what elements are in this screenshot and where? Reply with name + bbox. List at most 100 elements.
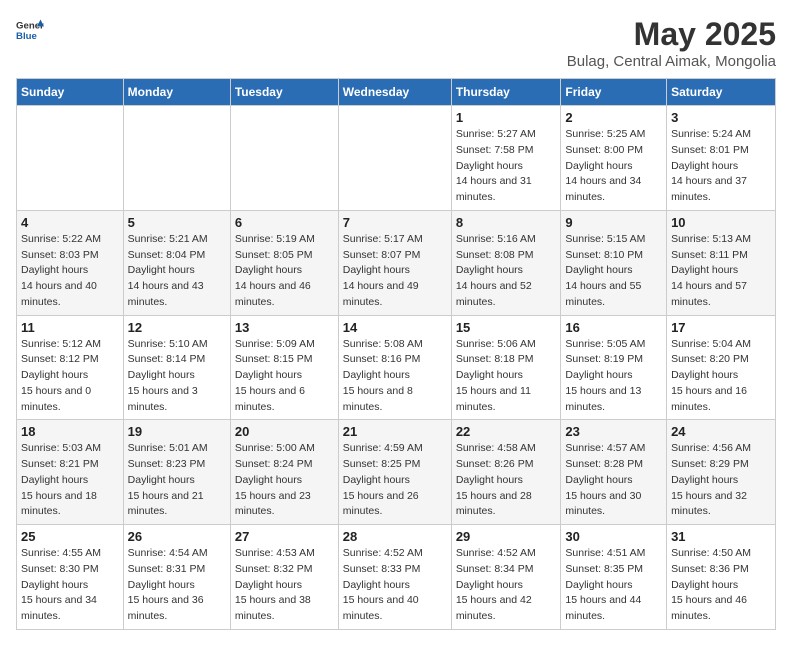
day-number: 26 [128,529,226,544]
day-cell: 3Sunrise: 5:24 AMSunset: 8:01 PMDaylight… [667,106,776,211]
day-number: 13 [235,320,334,335]
day-number: 30 [565,529,662,544]
day-number: 28 [343,529,447,544]
day-cell: 9 Sunrise: 5:15 AMSunset: 8:10 PMDaylight… [561,210,667,315]
day-cell [123,106,230,211]
day-cell [230,106,338,211]
day-cell: 11 Sunrise: 5:12 AMSunset: 8:12 PMDayligh… [17,315,124,420]
week-row-3: 11 Sunrise: 5:12 AMSunset: 8:12 PMDayligh… [17,315,776,420]
day-info: Sunrise: 4:51 AMSunset: 8:35 PMDaylight … [565,546,662,625]
logo-icon: General Blue [16,16,44,44]
day-info: Sunrise: 5:05 AMSunset: 8:19 PMDaylight … [565,337,662,416]
day-info: Sunrise: 4:52 AMSunset: 8:33 PMDaylight … [343,546,447,625]
day-info: Sunrise: 4:55 AMSunset: 8:30 PMDaylight … [21,546,119,625]
day-number: 1 [456,110,557,125]
day-number: 9 [565,215,662,230]
day-cell [17,106,124,211]
day-cell: 29Sunrise: 4:52 AMSunset: 8:34 PMDayligh… [451,525,561,630]
day-cell: 1 Sunrise: 5:27 AMSunset: 7:58 PMDaylight… [451,106,561,211]
day-info: Sunrise: 5:16 AMSunset: 8:08 PMDaylight … [456,232,557,311]
day-cell: 16 Sunrise: 5:05 AMSunset: 8:19 PMDayligh… [561,315,667,420]
col-header-saturday: Saturday [667,79,776,106]
main-title: May 2025 [567,16,776,53]
day-info: Sunrise: 5:21 AMSunset: 8:04 PMDaylight … [128,232,226,311]
day-number: 4 [21,215,119,230]
header-row: SundayMondayTuesdayWednesdayThursdayFrid… [17,79,776,106]
day-number: 18 [21,424,119,439]
day-number: 14 [343,320,447,335]
day-info: Sunrise: 4:50 AMSunset: 8:36 PMDaylight … [671,546,771,625]
week-row-1: 1 Sunrise: 5:27 AMSunset: 7:58 PMDaylight… [17,106,776,211]
day-info: Sunrise: 5:25 AMSunset: 8:00 PMDaylight … [565,127,662,206]
day-cell: 6 Sunrise: 5:19 AMSunset: 8:05 PMDaylight… [230,210,338,315]
day-cell: 25 Sunrise: 4:55 AMSunset: 8:30 PMDayligh… [17,525,124,630]
day-cell: 14 Sunrise: 5:08 AMSunset: 8:16 PMDayligh… [338,315,451,420]
day-cell: 22 Sunrise: 4:58 AMSunset: 8:26 PMDayligh… [451,420,561,525]
day-cell: 5 Sunrise: 5:21 AMSunset: 8:04 PMDaylight… [123,210,230,315]
day-cell: 12Sunrise: 5:10 AMSunset: 8:14 PMDayligh… [123,315,230,420]
day-cell: 27 Sunrise: 4:53 AMSunset: 8:32 PMDayligh… [230,525,338,630]
day-number: 5 [128,215,226,230]
header: General Blue May 2025 Bulag, Central Aim… [16,16,776,70]
day-cell: 8Sunrise: 5:16 AMSunset: 8:08 PMDaylight… [451,210,561,315]
day-info: Sunrise: 5:00 AMSunset: 8:24 PMDaylight … [235,441,334,520]
day-cell: 20 Sunrise: 5:00 AMSunset: 8:24 PMDayligh… [230,420,338,525]
day-info: Sunrise: 5:24 AMSunset: 8:01 PMDaylight … [671,127,771,206]
day-info: Sunrise: 4:59 AMSunset: 8:25 PMDaylight … [343,441,447,520]
day-cell [338,106,451,211]
day-info: Sunrise: 4:57 AMSunset: 8:28 PMDaylight … [565,441,662,520]
day-info: Sunrise: 5:13 AMSunset: 8:11 PMDaylight … [671,232,771,311]
day-number: 15 [456,320,557,335]
day-number: 6 [235,215,334,230]
day-number: 22 [456,424,557,439]
col-header-friday: Friday [561,79,667,106]
svg-text:Blue: Blue [16,31,37,42]
logo: General Blue [16,16,44,44]
week-row-5: 25 Sunrise: 4:55 AMSunset: 8:30 PMDayligh… [17,525,776,630]
day-number: 25 [21,529,119,544]
day-number: 11 [21,320,119,335]
day-number: 17 [671,320,771,335]
col-header-tuesday: Tuesday [230,79,338,106]
day-info: Sunrise: 4:53 AMSunset: 8:32 PMDaylight … [235,546,334,625]
day-number: 23 [565,424,662,439]
day-cell: 26Sunrise: 4:54 AMSunset: 8:31 PMDayligh… [123,525,230,630]
day-number: 31 [671,529,771,544]
day-info: Sunrise: 5:09 AMSunset: 8:15 PMDaylight … [235,337,334,416]
day-cell: 4Sunrise: 5:22 AMSunset: 8:03 PMDaylight… [17,210,124,315]
day-cell: 13 Sunrise: 5:09 AMSunset: 8:15 PMDayligh… [230,315,338,420]
day-cell: 2 Sunrise: 5:25 AMSunset: 8:00 PMDaylight… [561,106,667,211]
day-number: 19 [128,424,226,439]
calendar-table: SundayMondayTuesdayWednesdayThursdayFrid… [16,78,776,630]
col-header-thursday: Thursday [451,79,561,106]
day-info: Sunrise: 4:56 AMSunset: 8:29 PMDaylight … [671,441,771,520]
day-cell: 7 Sunrise: 5:17 AMSunset: 8:07 PMDaylight… [338,210,451,315]
day-number: 20 [235,424,334,439]
week-row-2: 4Sunrise: 5:22 AMSunset: 8:03 PMDaylight… [17,210,776,315]
day-cell: 31 Sunrise: 4:50 AMSunset: 8:36 PMDayligh… [667,525,776,630]
day-info: Sunrise: 5:17 AMSunset: 8:07 PMDaylight … [343,232,447,311]
day-info: Sunrise: 5:27 AMSunset: 7:58 PMDaylight … [456,127,557,206]
day-number: 21 [343,424,447,439]
day-number: 10 [671,215,771,230]
day-info: Sunrise: 5:12 AMSunset: 8:12 PMDaylight … [21,337,119,416]
day-number: 2 [565,110,662,125]
day-cell: 23 Sunrise: 4:57 AMSunset: 8:28 PMDayligh… [561,420,667,525]
day-info: Sunrise: 5:19 AMSunset: 8:05 PMDaylight … [235,232,334,311]
day-info: Sunrise: 5:03 AMSunset: 8:21 PMDaylight … [21,441,119,520]
day-info: Sunrise: 5:01 AMSunset: 8:23 PMDaylight … [128,441,226,520]
day-cell: 17Sunrise: 5:04 AMSunset: 8:20 PMDayligh… [667,315,776,420]
day-number: 7 [343,215,447,230]
week-row-4: 18 Sunrise: 5:03 AMSunset: 8:21 PMDayligh… [17,420,776,525]
day-info: Sunrise: 5:15 AMSunset: 8:10 PMDaylight … [565,232,662,311]
day-number: 29 [456,529,557,544]
day-number: 27 [235,529,334,544]
day-number: 16 [565,320,662,335]
day-cell: 10 Sunrise: 5:13 AMSunset: 8:11 PMDayligh… [667,210,776,315]
day-info: Sunrise: 5:06 AMSunset: 8:18 PMDaylight … [456,337,557,416]
day-cell: 24Sunrise: 4:56 AMSunset: 8:29 PMDayligh… [667,420,776,525]
day-number: 12 [128,320,226,335]
col-header-wednesday: Wednesday [338,79,451,106]
day-info: Sunrise: 5:08 AMSunset: 8:16 PMDaylight … [343,337,447,416]
day-info: Sunrise: 4:58 AMSunset: 8:26 PMDaylight … [456,441,557,520]
